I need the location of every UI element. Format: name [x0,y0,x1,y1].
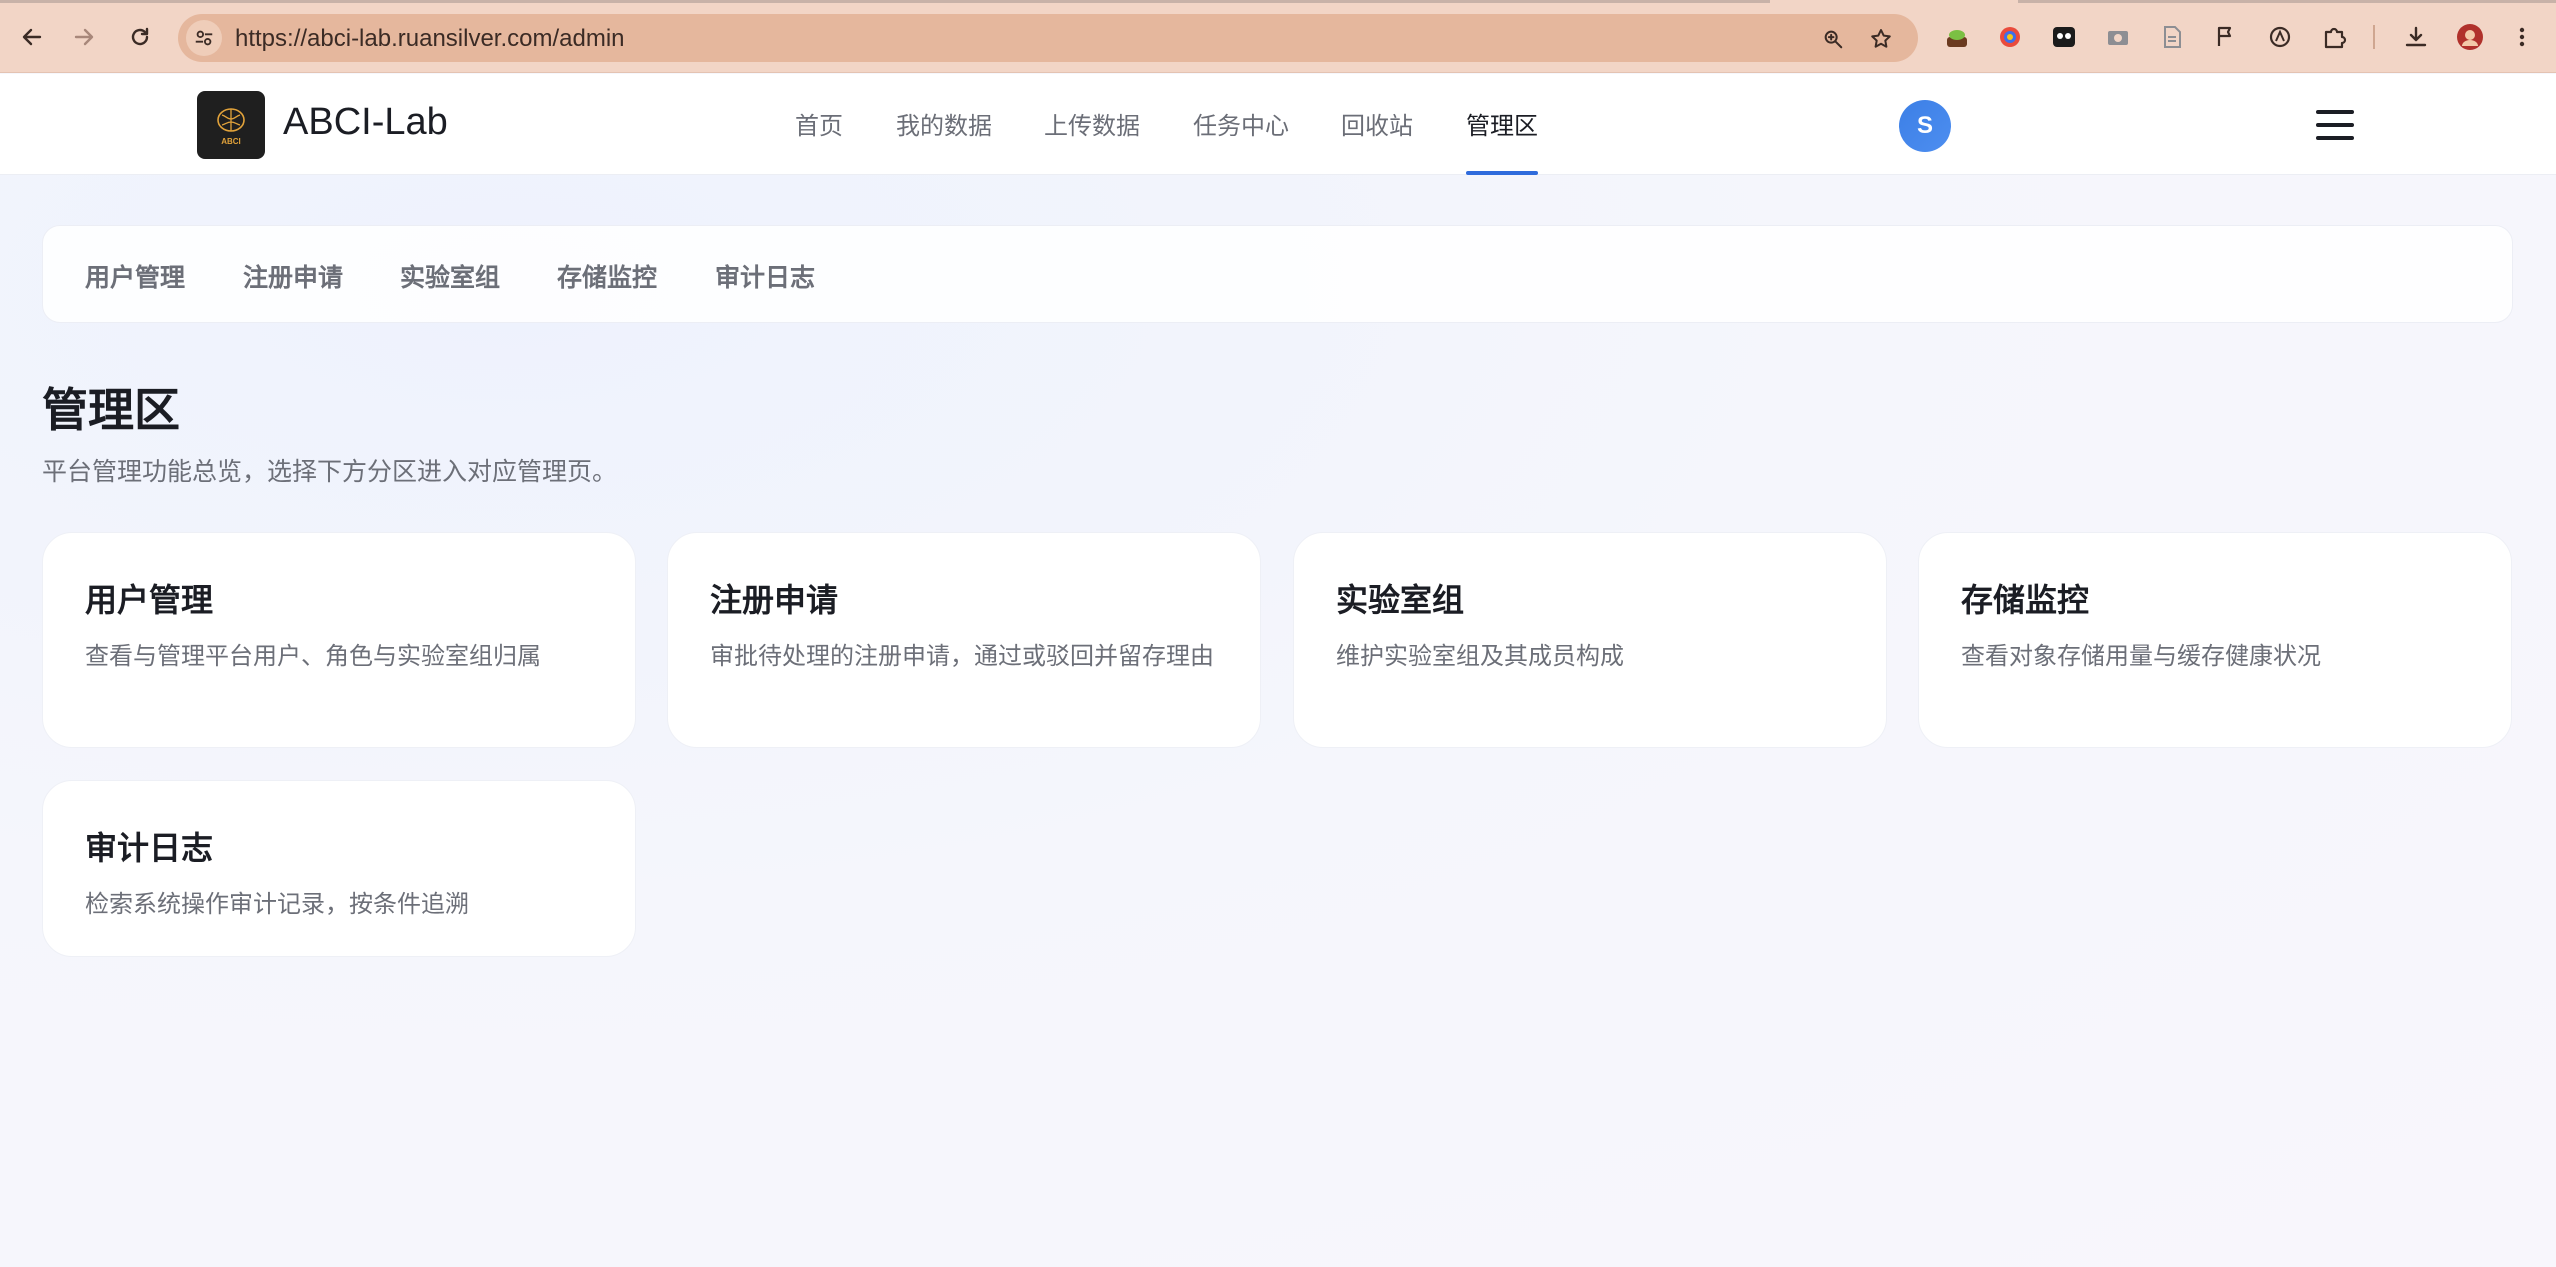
download-icon [2405,26,2427,47]
palette-icon [2000,27,2020,47]
card-description: 查看对象存储用量与缓存健康状况 [1961,642,2321,670]
flag-icon [2217,26,2232,46]
toolbar-separator [2373,25,2375,49]
subnav-user-management[interactable]: 用户管理 [85,258,185,294]
loading-bar-segment [2018,0,2556,3]
subnav-audit-log[interactable]: 审计日志 [715,258,815,294]
reload-icon [131,27,149,46]
forward-button[interactable] [66,19,102,55]
url-text[interactable]: https://abci-lab.ruansilver.com/admin [235,25,625,53]
subnav-storage-monitor[interactable]: 存储监控 [557,258,657,294]
card-storage-monitor[interactable]: 存储监控 查看对象存储用量与缓存健康状况 [1918,532,2512,748]
app-header: ABCI ABCI-Lab 首页 我的数据 上传数据 任务中心 回收站 管理区 … [0,74,2556,175]
brand-name[interactable]: ABCI-Lab [283,101,448,144]
puzzle-icon [2324,27,2347,49]
loading-bar [0,0,1770,3]
arrow-left-icon [22,28,42,46]
card-title: 注册申请 [710,581,839,619]
tune-icon [195,30,213,46]
menu-icon-line [2316,123,2354,127]
menu-icon-line [2316,136,2354,140]
profile-avatar-icon [2457,24,2483,50]
menu-icon-line [2316,110,2354,114]
nav-task-center[interactable]: 任务中心 [1193,106,1289,141]
subnav-lab-groups[interactable]: 实验室组 [400,258,500,294]
camera-icon [2108,31,2128,45]
eyes-icon [2053,27,2075,47]
openai-icon [2269,26,2291,48]
site-settings-button[interactable] [186,20,222,56]
more-vertical-icon [2519,27,2525,47]
card-description: 审批待处理的注册申请，通过或驳回并留存理由 [710,642,1214,670]
nav-my-data[interactable]: 我的数据 [896,106,992,141]
card-description: 维护实验室组及其成员构成 [1336,642,1624,670]
card-title: 审计日志 [85,829,214,867]
zoom-button[interactable] [1820,26,1846,52]
profile-button[interactable] [2456,23,2484,51]
nav-admin[interactable]: 管理区 [1466,106,1538,141]
card-title: 用户管理 [85,581,214,619]
app-logo[interactable]: ABCI [197,91,265,159]
nav-home[interactable]: 首页 [795,106,843,141]
extensions-button[interactable] [2320,23,2348,51]
extension-document[interactable] [2158,23,2186,51]
subnav-registration-requests[interactable]: 注册申请 [243,258,343,294]
star-icon [1871,29,1891,48]
brain-logo-icon [217,107,245,132]
card-description: 检索系统操作审计记录，按条件追溯 [85,890,469,918]
card-title: 实验室组 [1336,581,1465,619]
card-lab-groups[interactable]: 实验室组 维护实验室组及其成员构成 [1293,532,1887,748]
nav-recycle-bin[interactable]: 回收站 [1341,106,1413,141]
hamburger-menu-button[interactable] [2316,110,2354,140]
extension-openai[interactable] [2266,23,2294,51]
downloads-button[interactable] [2402,23,2430,51]
extension-color[interactable] [1996,23,2024,51]
page-title: 管理区 [42,383,180,437]
card-audit-log[interactable]: 审计日志 检索系统操作审计记录，按条件追溯 [42,780,636,957]
card-registration-requests[interactable]: 注册申请 审批待处理的注册申请，通过或驳回并留存理由 [667,532,1261,748]
browser-menu-button[interactable] [2508,23,2536,51]
card-user-management[interactable]: 用户管理 查看与管理平台用户、角色与实验室组归属 [42,532,636,748]
extension-plant[interactable] [1943,23,1971,51]
logo-text: ABCI [221,136,241,146]
document-icon [2164,26,2181,48]
address-bar[interactable]: https://abci-lab.ruansilver.com/admin [178,14,1918,62]
plant-icon [1947,30,1967,47]
extension-flag[interactable] [2212,23,2240,51]
page-description: 平台管理功能总览，选择下方分区进入对应管理页。 [42,457,618,486]
extension-camera[interactable] [2104,23,2132,51]
reload-button[interactable] [122,19,158,55]
zoom-icon [1824,30,1843,49]
card-title: 存储监控 [1961,581,2090,619]
nav-upload-data[interactable]: 上传数据 [1044,106,1140,141]
extension-eyes[interactable] [2050,23,2078,51]
back-button[interactable] [14,19,50,55]
card-description: 查看与管理平台用户、角色与实验室组归属 [85,642,541,670]
user-avatar[interactable]: S [1899,100,1951,152]
browser-toolbar: https://abci-lab.ruansilver.com/admin [0,0,2556,73]
bookmark-button[interactable] [1868,26,1894,52]
arrow-right-icon [74,28,94,46]
admin-subnav: 用户管理 注册申请 实验室组 存储监控 审计日志 [42,225,2513,323]
